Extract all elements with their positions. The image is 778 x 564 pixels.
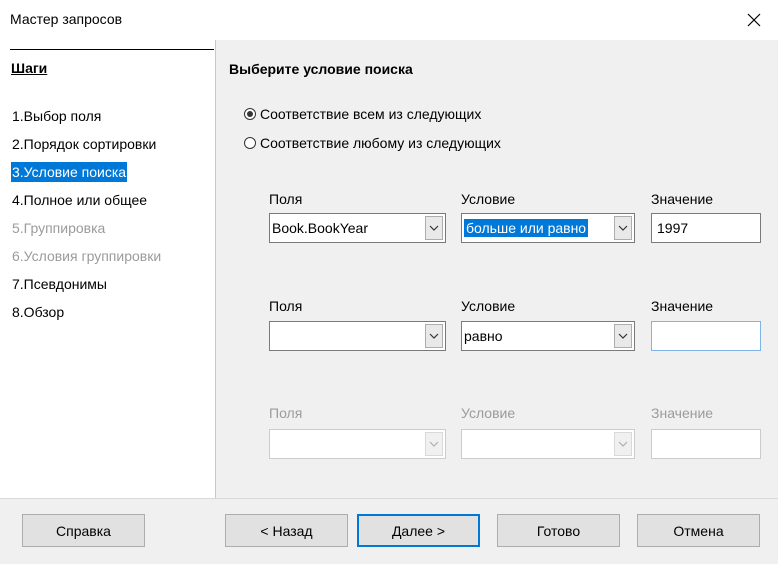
value-field-3 [651, 429, 761, 459]
field-select-3 [269, 429, 446, 459]
radio-checked-icon [244, 108, 256, 120]
steps-sidebar: Шаги 1.Выбор поля 2.Порядок сортировки 3… [0, 40, 215, 498]
step-aliases[interactable]: 7.Псевдонимы [11, 274, 108, 294]
close-button[interactable] [740, 6, 768, 34]
fields-label-2: Поля [269, 298, 303, 314]
field-select-1[interactable]: Book.BookYear [269, 213, 446, 243]
field-select-2[interactable] [269, 321, 446, 351]
window-title: Мастер запросов [10, 11, 123, 27]
chevron-down-icon[interactable] [425, 324, 443, 348]
condition-label-2: Условие [461, 298, 516, 314]
sidebar-divider [10, 49, 214, 50]
title-bar: Мастер запросов [0, 0, 778, 40]
value-input-3 [657, 436, 752, 452]
condition-select-2-value: равно [464, 328, 503, 344]
chevron-down-icon[interactable] [614, 324, 632, 348]
chevron-down-icon[interactable] [614, 216, 632, 240]
condition-select-1-value: больше или равно [464, 219, 589, 237]
chevron-down-icon [425, 432, 443, 456]
condition-select-3 [461, 429, 635, 459]
button-bar: Справка < Назад Далее > Готово Отмена [0, 498, 778, 564]
page-title: Выберите условие поиска [229, 61, 413, 77]
radio-match-all-label: Соответствие всем из следующих [260, 106, 482, 122]
value-field-1[interactable] [651, 213, 761, 243]
condition-label-3: Условие [461, 405, 516, 421]
close-icon [747, 13, 761, 27]
next-button[interactable]: Далее > [357, 514, 480, 547]
value-label-1: Значение [651, 191, 714, 207]
step-grouping-conditions: 6.Условия группировки [12, 248, 162, 264]
value-label-2: Значение [651, 298, 714, 314]
chevron-down-icon[interactable] [425, 216, 443, 240]
cancel-button[interactable]: Отмена [637, 514, 760, 547]
main-panel: Выберите условие поиска Соответствие все… [216, 40, 778, 498]
back-button[interactable]: < Назад [225, 514, 348, 547]
step-detail-or-summary[interactable]: 4.Полное или общее [11, 190, 148, 210]
step-grouping: 5.Группировка [12, 220, 106, 236]
condition-select-1[interactable]: больше или равно [461, 213, 635, 243]
radio-match-any-label: Соответствие любому из следующих [260, 135, 501, 151]
footer-divider [0, 498, 778, 499]
step-sort-order[interactable]: 2.Порядок сортировки [11, 134, 157, 154]
fields-label-1: Поля [269, 191, 303, 207]
sidebar-heading: Шаги [11, 60, 48, 76]
chevron-down-icon [614, 432, 632, 456]
value-input-1[interactable] [657, 220, 752, 236]
field-select-1-value: Book.BookYear [272, 220, 368, 236]
condition-select-2[interactable]: равно [461, 321, 635, 351]
radio-unchecked-icon [244, 137, 256, 149]
finish-button[interactable]: Готово [497, 514, 620, 547]
radio-match-any[interactable]: Соответствие любому из следующих [244, 135, 501, 151]
condition-label-1: Условие [461, 191, 516, 207]
step-search-condition[interactable]: 3.Условие поиска [11, 162, 128, 182]
value-field-2[interactable] [651, 321, 761, 351]
value-input-2[interactable] [657, 328, 752, 344]
step-select-fields[interactable]: 1.Выбор поля [11, 106, 102, 126]
value-label-3: Значение [651, 405, 714, 421]
fields-label-3: Поля [269, 405, 303, 421]
radio-match-all[interactable]: Соответствие всем из следующих [244, 106, 481, 122]
help-button[interactable]: Справка [22, 514, 145, 547]
step-overview[interactable]: 8.Обзор [11, 302, 65, 322]
